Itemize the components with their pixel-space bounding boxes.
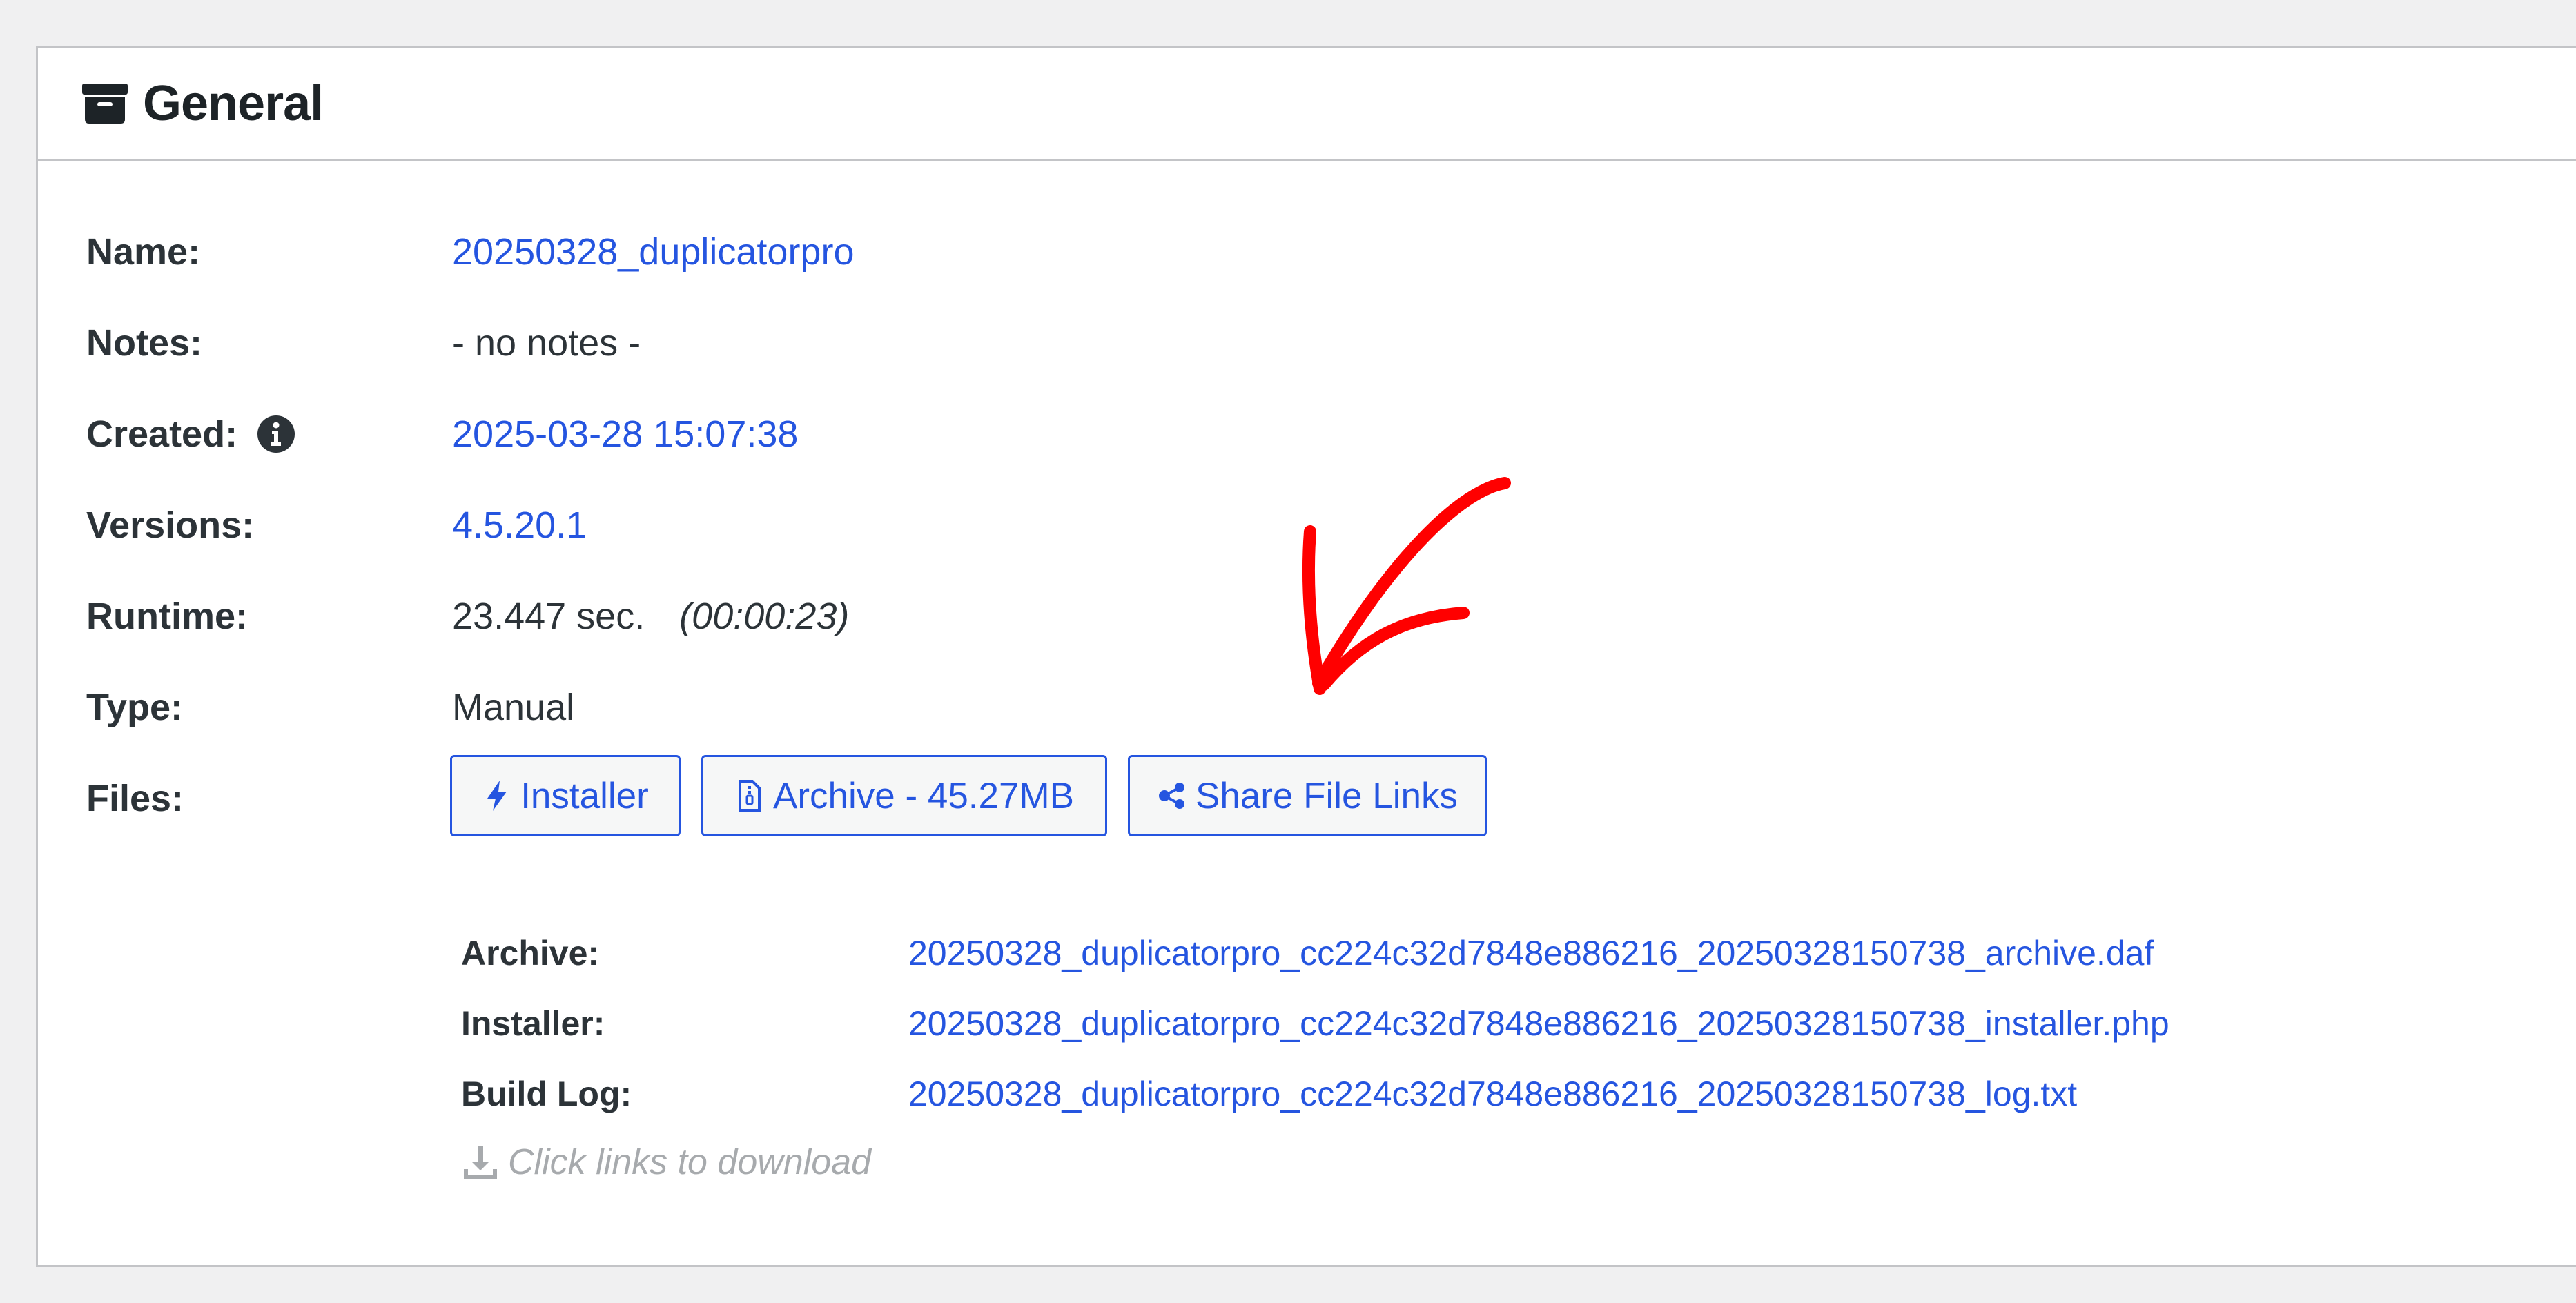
notes-row: Notes: - no notes - — [86, 315, 641, 371]
panel-header: General — [38, 48, 2576, 161]
installer-button[interactable]: Installer — [450, 755, 681, 836]
file-label-build-log: Build Log: — [461, 1075, 632, 1113]
name-value[interactable]: 20250328_duplicatorpro — [452, 231, 854, 273]
share-file-links-button[interactable]: Share File Links — [1128, 755, 1487, 836]
file-link-build-log[interactable]: 20250328_duplicatorpro_cc224c32d7848e886… — [908, 1074, 2077, 1114]
runtime-label: Runtime: — [86, 596, 248, 637]
bolt-icon — [482, 779, 512, 812]
created-row: Created: 2025-03-28 15:07:38 — [86, 406, 798, 462]
file-label-installer: Installer: — [461, 1004, 605, 1043]
created-label-wrap: Created: — [86, 413, 452, 455]
download-hint-text: Click links to download — [508, 1142, 872, 1182]
created-label: Created: — [86, 413, 238, 455]
archive-button[interactable]: Archive - 45.27MB — [701, 755, 1107, 836]
files-row: Files: — [86, 771, 452, 826]
notes-label: Notes: — [86, 322, 203, 364]
type-label: Type: — [86, 687, 184, 728]
type-row: Type: Manual — [86, 680, 574, 735]
file-label-archive: Archive: — [461, 934, 600, 972]
created-value[interactable]: 2025-03-28 15:07:38 — [452, 413, 798, 455]
files-label: Files: — [86, 778, 184, 819]
name-row: Name: 20250328_duplicatorpro — [86, 224, 854, 280]
share-icon — [1157, 779, 1187, 812]
file-link-installer[interactable]: 20250328_duplicatorpro_cc224c32d7848e886… — [908, 1003, 2169, 1044]
file-row-build-log: Build Log: 20250328_duplicatorpro_cc224c… — [461, 1070, 2077, 1118]
download-icon — [461, 1143, 500, 1182]
file-link-archive[interactable]: 20250328_duplicatorpro_cc224c32d7848e886… — [908, 933, 2154, 973]
share-button-label: Share File Links — [1195, 775, 1458, 816]
runtime-row: Runtime: 23.447 sec. (00:00:23) — [86, 589, 849, 644]
versions-row: Versions: 4.5.20.1 — [86, 498, 587, 553]
type-value: Manual — [452, 687, 575, 728]
notes-value: - no notes - — [452, 322, 641, 364]
file-row-archive: Archive: 20250328_duplicatorpro_cc224c32… — [461, 929, 2154, 977]
versions-value[interactable]: 4.5.20.1 — [452, 504, 587, 547]
archive-box-icon — [82, 83, 128, 124]
download-hint: Click links to download — [461, 1142, 871, 1183]
file-zip-icon — [734, 779, 765, 812]
annotation-arrow-icon — [1302, 477, 1511, 695]
panel-title: General — [143, 75, 324, 131]
runtime-value: 23.447 sec. — [452, 596, 645, 637]
installer-button-label: Installer — [520, 775, 649, 816]
file-row-installer: Installer: 20250328_duplicatorpro_cc224c… — [461, 999, 2169, 1048]
info-icon[interactable] — [257, 415, 295, 453]
name-label: Name: — [86, 231, 201, 273]
runtime-duration: (00:00:23) — [679, 596, 850, 637]
versions-label: Versions: — [86, 504, 255, 546]
archive-button-label: Archive - 45.27MB — [773, 775, 1074, 816]
